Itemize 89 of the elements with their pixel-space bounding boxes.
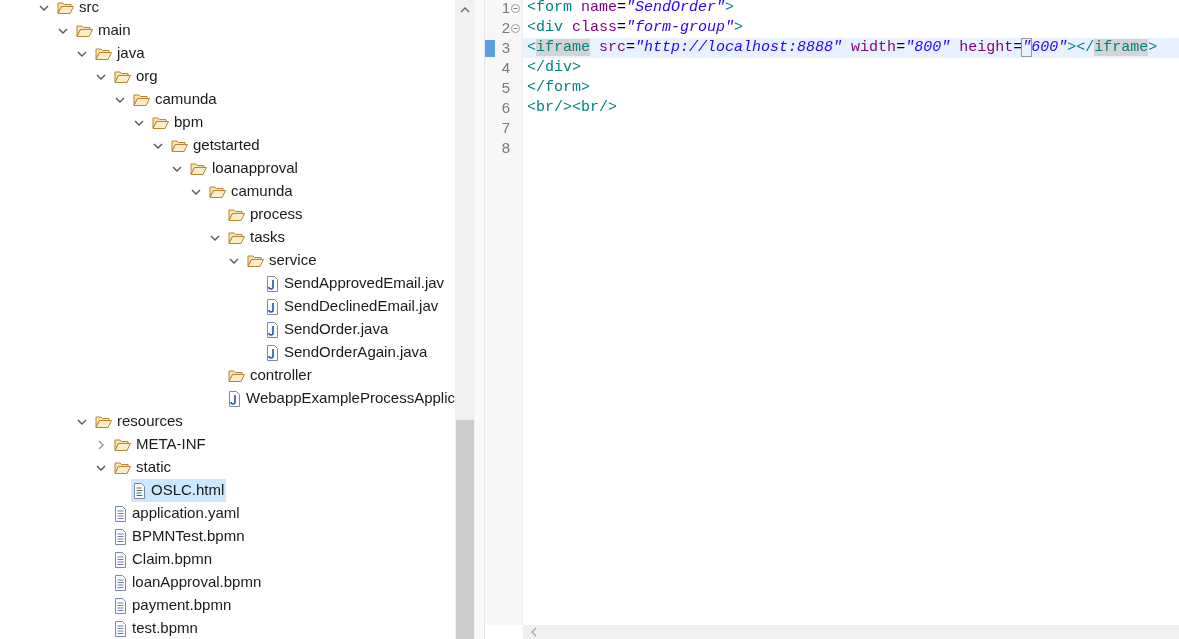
line-number: 5 [501,77,510,98]
folder-icon [247,253,264,268]
tree-item[interactable]: SendOrder.java [264,318,391,341]
folder-icon [133,92,150,107]
text-file-icon [114,574,127,591]
java-file-icon [266,298,279,315]
chevron-down-icon[interactable] [172,165,182,172]
code-line: <div class="form-group"> [527,17,744,38]
tree-item[interactable]: main [74,19,133,42]
folder-icon [209,184,226,199]
chevron-down-icon[interactable] [191,188,201,195]
folder-icon [57,0,74,15]
tree-item[interactable]: application.yaml [112,502,242,525]
tree-item[interactable]: controller [226,364,314,387]
tree-item[interactable]: OSLC.html [131,479,227,502]
chevron-down-icon[interactable] [115,96,125,103]
text-file-icon [114,597,127,614]
line-number: 6 [501,97,510,118]
fold-icon[interactable] [511,3,520,13]
chevron-down-icon[interactable] [229,257,239,264]
tree-item[interactable]: process [226,203,305,226]
chevron-down-icon[interactable] [77,50,87,57]
chevron-down-icon[interactable] [39,4,49,11]
tree-item[interactable]: Claim.bpmn [112,548,215,571]
code-line: </div> [527,57,581,78]
java-file-icon [266,275,279,292]
tree-item[interactable]: service [245,249,319,272]
tree-item[interactable]: getstarted [169,134,262,157]
folder-icon [114,437,131,452]
text-file-icon [114,528,127,545]
line-number: 8 [501,137,510,158]
chevron-down-icon[interactable] [96,464,106,471]
scroll-up-icon[interactable] [460,7,470,13]
folder-icon [95,414,112,429]
tree-item[interactable]: SendApprovedEmail.jav [264,272,447,295]
folder-icon [228,230,245,245]
folder-icon [228,207,245,222]
folder-icon [114,460,131,475]
folder-icon [76,23,93,38]
java-file-icon [266,321,279,338]
line-number: 1 [501,0,510,18]
chevron-down-icon[interactable] [210,234,220,241]
folder-icon [152,115,169,130]
code-line: <br/><br/> [527,97,617,118]
scrollbar-thumb[interactable] [456,420,474,639]
folder-icon [190,161,207,176]
tree-item[interactable]: static [112,456,173,479]
tree-item[interactable]: bpm [150,111,206,134]
text-file-icon [114,551,127,568]
tree-item[interactable]: WebappExampleProcessApplic [226,387,455,410]
tree-item[interactable]: src [55,0,101,19]
tree-item[interactable]: org [112,65,160,88]
code-line: </form> [527,77,590,98]
html-file-icon [133,482,146,499]
chevron-right-icon[interactable] [98,439,104,450]
tree-item[interactable]: tasks [226,226,287,249]
folder-icon [228,368,245,383]
chevron-down-icon[interactable] [134,119,144,126]
tree-item[interactable]: META-INF [112,433,208,456]
tree-item[interactable]: payment.bpmn [112,594,234,617]
tree-item[interactable]: loanApproval.bpmn [112,571,264,594]
vertical-scrollbar[interactable] [455,0,475,639]
tree-item[interactable]: camunda [131,88,219,111]
java-file-icon [266,344,279,361]
tree-item[interactable]: camunda [207,180,295,203]
folder-icon [171,138,188,153]
line-number: 3 [501,37,510,58]
tree-item[interactable]: SendOrderAgain.java [264,341,430,364]
folder-icon [114,69,131,84]
chevron-down-icon[interactable] [58,27,68,34]
tree-item[interactable]: java [93,42,147,65]
tree-item[interactable]: resources [93,410,185,433]
line-number: 7 [501,117,510,138]
code-line: <form name="SendOrder"> [527,0,735,18]
tree-item[interactable]: test.bpmn [112,617,200,639]
tree-item[interactable]: loanapproval [188,157,300,180]
horizontal-scrollbar[interactable] [523,625,1179,639]
tree-item[interactable]: SendDeclinedEmail.jav [264,295,441,318]
java-file-icon [228,390,241,407]
text-file-icon [114,505,127,522]
line-number: 4 [501,57,510,78]
folder-icon [95,46,112,61]
line-number: 2 [501,17,510,38]
code-line: <iframe src="http://localhost:8888" width="800" height="600"></iframe> [527,37,1158,58]
chevron-down-icon[interactable] [153,142,163,149]
tree-item[interactable]: BPMNTest.bpmn [112,525,247,548]
chevron-down-icon[interactable] [77,418,87,425]
chevron-down-icon[interactable] [96,73,106,80]
fold-icon[interactable] [511,23,520,33]
